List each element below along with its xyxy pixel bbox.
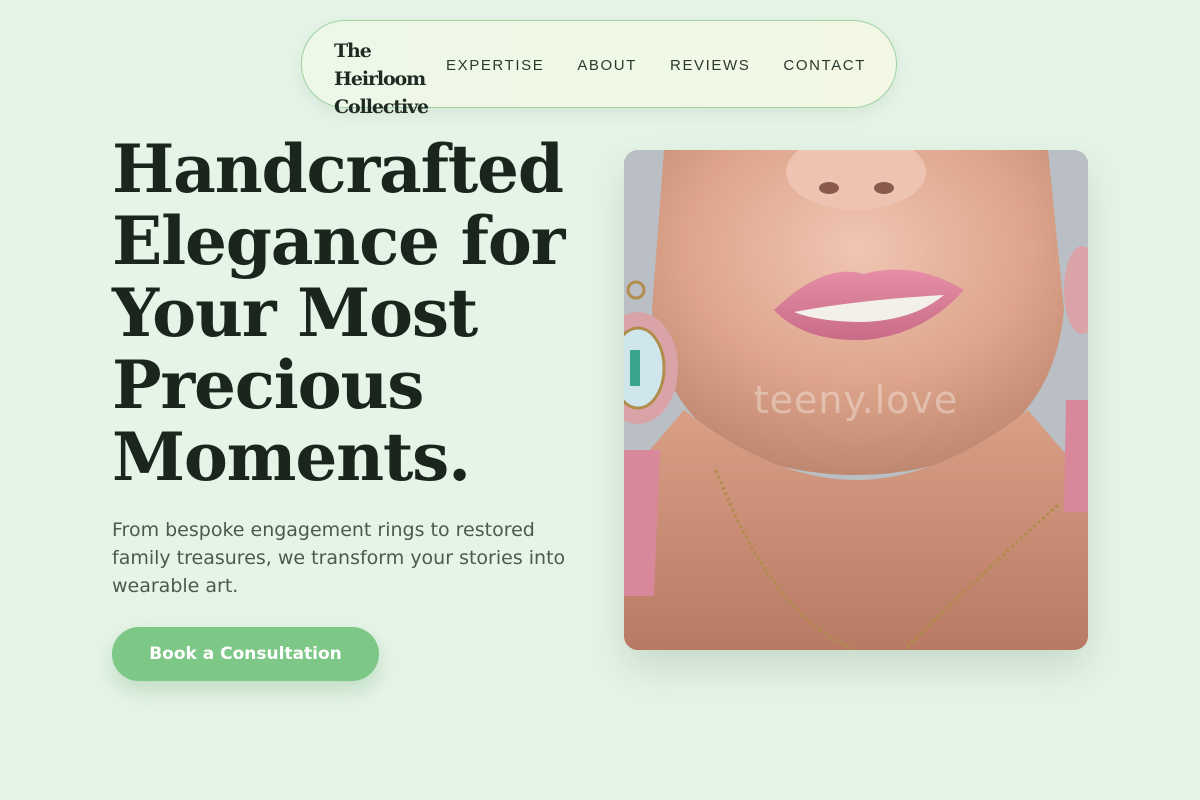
nav-link-contact[interactable]: CONTACT — [783, 57, 866, 74]
jewelry-model-illustration — [624, 150, 1088, 650]
nav-link-reviews[interactable]: REVIEWS — [670, 57, 750, 74]
book-consultation-button[interactable]: Book a Consultation — [112, 627, 379, 681]
nav-link-expertise[interactable]: EXPERTISE — [446, 57, 544, 74]
nav-link-about[interactable]: ABOUT — [577, 57, 637, 74]
hero-subtitle: From bespoke engagement rings to restore… — [112, 519, 566, 597]
nav-links: EXPERTISE ABOUT REVIEWS CONTACT — [446, 21, 866, 109]
hero-image: teeny.love — [624, 150, 1088, 650]
top-nav: The Heirloom Collective EXPERTISE ABOUT … — [301, 20, 897, 118]
hero-title: Handcrafted Elegance for Your Most Preci… — [112, 130, 565, 496]
brand-logo[interactable]: The Heirloom Collective — [334, 37, 464, 121]
